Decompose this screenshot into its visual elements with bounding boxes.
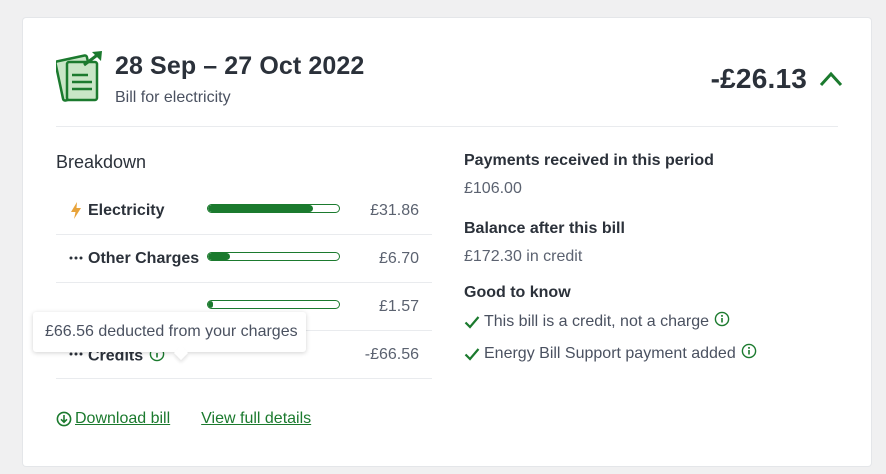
payments-value: £106.00	[464, 180, 522, 197]
breakdown-heading: Breakdown	[56, 152, 147, 172]
download-bill-link[interactable]: Download bill	[56, 410, 170, 428]
breakdown-bar	[207, 204, 340, 213]
bill-amount-group: -£26.13	[711, 63, 843, 95]
ellipsis-icon	[69, 249, 83, 267]
good-to-know-text: This bill is a credit, not a charge	[484, 312, 709, 330]
good-to-know-text: Energy Bill Support payment added	[484, 344, 736, 362]
bill-period-title: 28 Sep – 27 Oct 2022	[115, 52, 365, 80]
bill-document-icon	[54, 51, 104, 103]
check-icon	[464, 315, 480, 329]
chevron-up-icon[interactable]	[819, 69, 843, 89]
bill-subtitle: Bill for electricity	[115, 89, 231, 106]
breakdown-bar-fill	[208, 205, 313, 212]
breakdown-row-value: £6.70	[378, 250, 419, 267]
tooltip-text: £66.56 deducted from your charges	[45, 323, 298, 340]
breakdown-row-value: £1.57	[378, 298, 419, 315]
view-full-details-link[interactable]: View full details	[201, 410, 311, 428]
good-to-know-item: Energy Bill Support payment added	[464, 343, 757, 364]
breakdown-bar	[207, 300, 340, 309]
info-icon[interactable]	[741, 343, 757, 364]
breakdown-row-label: Electricity	[88, 202, 165, 219]
breakdown-row-value: £31.86	[370, 202, 419, 219]
balance-value: £172.30 in credit	[464, 248, 583, 265]
balance-heading: Balance after this bill	[464, 220, 625, 237]
breakdown-bar-fill	[208, 253, 231, 260]
breakdown-bar-fill	[208, 301, 214, 308]
breakdown-row-label: Other Charges	[88, 250, 200, 267]
good-to-know-item: This bill is a credit, not a charge	[464, 311, 730, 332]
breakdown-row-electricity: Electricity £31.86	[56, 187, 432, 235]
bill-amount: -£26.13	[710, 63, 807, 94]
bill-card: 28 Sep – 27 Oct 2022 Bill for electricit…	[23, 18, 871, 466]
download-icon	[56, 411, 72, 427]
breakdown-row-value: -£66.56	[364, 346, 419, 363]
breakdown-bar	[207, 252, 340, 261]
header-divider	[56, 126, 838, 127]
check-icon	[464, 347, 480, 361]
bill-actions: Download bill View full details	[56, 410, 311, 428]
info-icon[interactable]	[714, 311, 730, 332]
good-to-know-heading: Good to know	[464, 284, 571, 301]
credits-tooltip: £66.56 deducted from your charges	[33, 312, 306, 361]
breakdown-row-other-charges[interactable]: Other Charges £6.70	[56, 235, 432, 283]
payments-heading: Payments received in this period	[464, 152, 714, 169]
lightning-icon	[69, 201, 83, 219]
download-bill-label: Download bill	[75, 410, 171, 427]
